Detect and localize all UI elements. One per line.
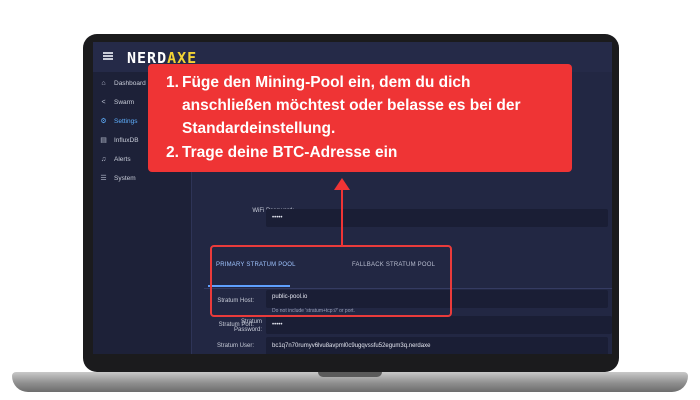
bell-icon: ♫ <box>100 155 107 163</box>
pool-settings-highlight <box>210 245 452 317</box>
instruction-step-1-line-1: 1. Füge den Mining-Pool ein, dem du dich <box>166 71 470 94</box>
instruction-step-1-line-3: Standardeinstellung. <box>182 120 336 137</box>
share-icon: < <box>101 98 106 106</box>
instruction-callout: 1. Füge den Mining-Pool ein, dem du dich … <box>148 64 572 172</box>
stratum-password-label: Stratum Password: <box>233 319 262 333</box>
step-2-number: 2. <box>166 144 179 161</box>
step-2-text: Trage deine BTC-Adresse ein <box>182 144 398 161</box>
instruction-step-1-line-2: anschließen möchtest oder belasse es bei… <box>182 97 521 114</box>
home-icon: ⌂ <box>101 79 106 87</box>
database-icon: ▤ <box>100 137 107 144</box>
sidebar-item-label: Dashboard <box>114 79 146 87</box>
list-icon: ☰ <box>100 175 107 182</box>
instruction-step-2: 2. Trage deine BTC-Adresse ein <box>166 141 397 164</box>
wifi-password-field[interactable]: ••••• <box>266 209 608 227</box>
callout-arrow-line <box>341 188 343 246</box>
gear-icon: ⚙ <box>100 118 107 125</box>
step-1-text-line-1: Füge den Mining-Pool ein, dem du dich <box>182 74 471 91</box>
laptop-notch <box>318 372 382 377</box>
sidebar-item-label: Settings <box>114 117 138 125</box>
sidebar-item-label: Swarm <box>114 98 135 106</box>
step-1-number: 1. <box>166 74 179 91</box>
menu-icon[interactable] <box>103 52 113 60</box>
stratum-user-field[interactable]: bc1q7n70rumyv6lvu8avpml0c9ugqvssfu52egum… <box>266 337 608 354</box>
stratum-password-field[interactable]: ••••• <box>266 316 612 334</box>
stratum-user-label: Stratum User: <box>216 343 254 349</box>
sidebar-item-label: Alerts <box>114 155 131 163</box>
sidebar-item-label: System <box>114 174 136 182</box>
arrow-up-icon <box>334 178 350 190</box>
sidebar-item-label: InfluxDB <box>114 136 139 144</box>
